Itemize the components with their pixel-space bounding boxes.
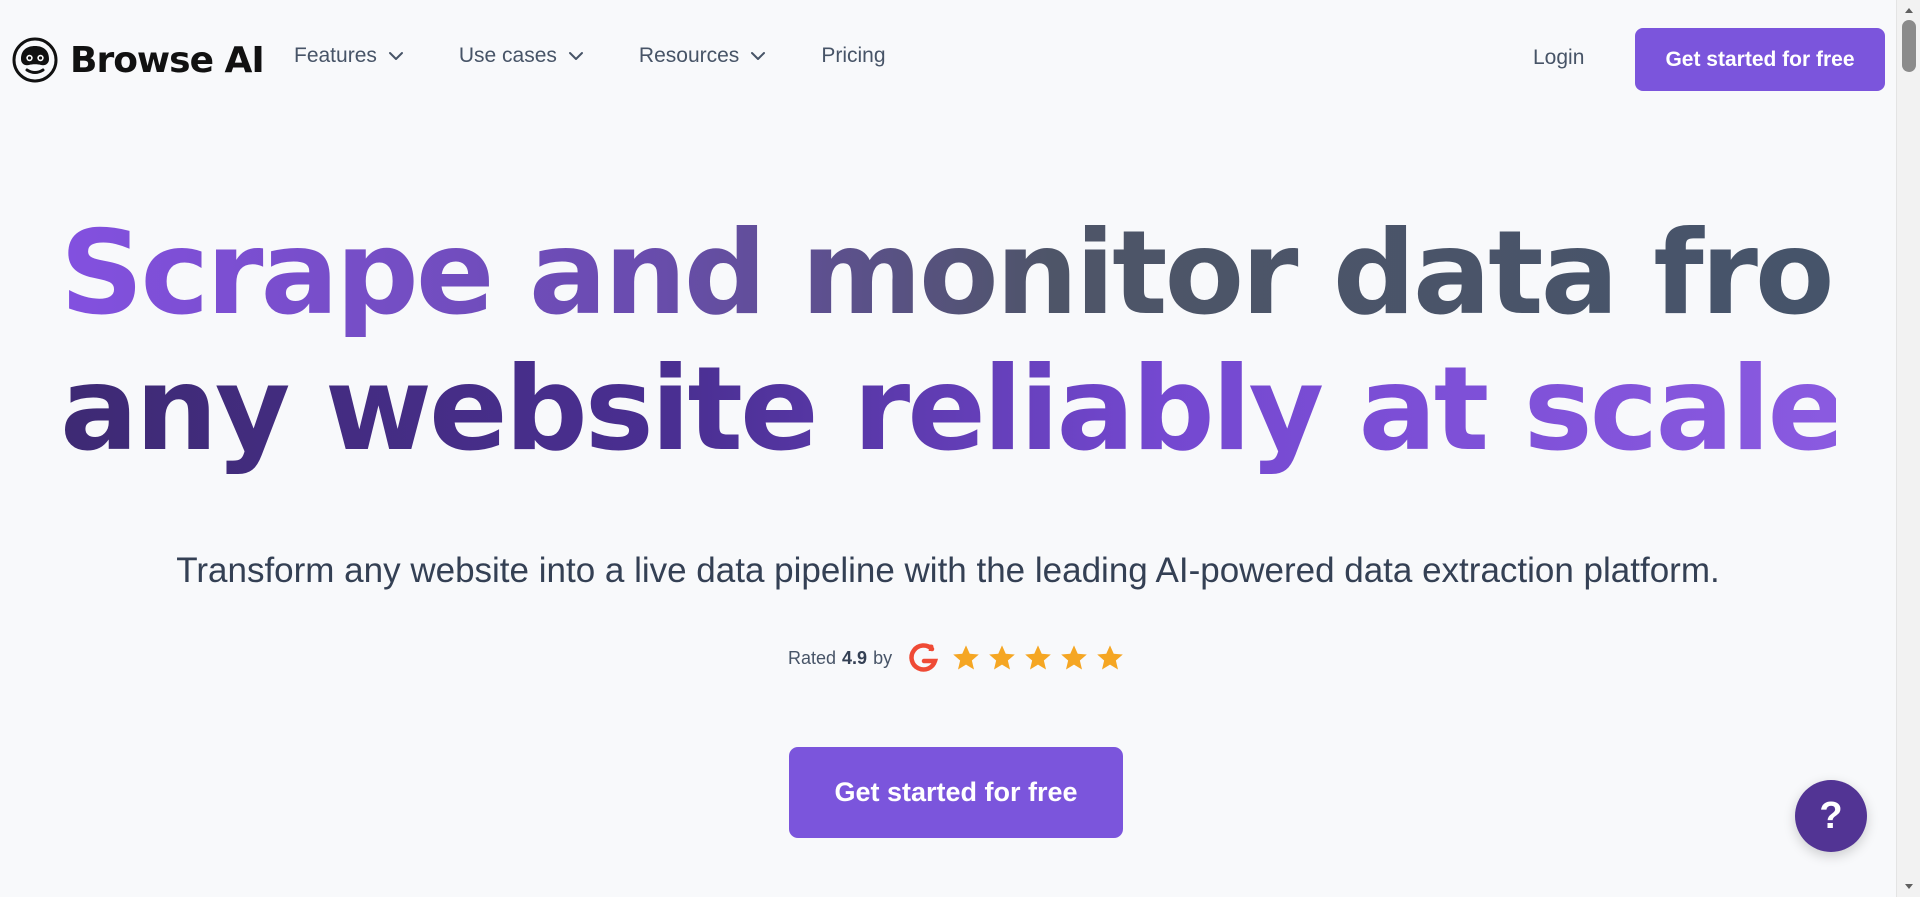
rating-label: Rated	[788, 647, 837, 668]
nav-item-pricing[interactable]: Pricing	[821, 44, 885, 68]
nav-item-label: Resources	[638, 44, 740, 67]
hero-title: Scrape and monitor data from any website…	[60, 206, 1920, 478]
nav-item-features[interactable]: Features	[294, 44, 405, 68]
hero-title-line-1: Scrape and monitor data from	[60, 206, 1920, 341]
browser-viewport: Browse AI Features Use cases Resources P…	[0, 0, 1920, 897]
brand-logo[interactable]: Browse AI	[12, 36, 265, 84]
nav-item-label: Features	[294, 44, 377, 67]
site-header: Browse AI Features Use cases Resources P…	[0, 0, 1896, 120]
scroll-up-arrow-icon[interactable]	[1902, 4, 1916, 18]
chevron-down-icon	[388, 52, 403, 60]
robot-face-icon	[12, 37, 58, 83]
header-get-started-button[interactable]: Get started for free	[1635, 28, 1885, 91]
chevron-down-icon	[751, 52, 766, 60]
star-icon	[1061, 645, 1087, 670]
landing-page: Browse AI Features Use cases Resources P…	[0, 0, 1920, 897]
hero-subtitle: Transform any website into a live data p…	[176, 551, 1720, 590]
nav-item-label: Pricing	[821, 44, 886, 67]
page-scrollbar[interactable]	[1896, 0, 1920, 897]
chevron-down-icon	[568, 52, 583, 60]
main-nav: Features Use cases Resources Pricing	[294, 44, 886, 68]
hero-title-line-2: any website reliably at scale	[60, 342, 1846, 477]
scroll-down-arrow-icon[interactable]	[1902, 879, 1916, 893]
login-link[interactable]: Login	[1533, 46, 1584, 70]
hero-get-started-button[interactable]: Get started for free	[789, 747, 1123, 838]
nav-item-use-cases[interactable]: Use cases	[459, 44, 585, 68]
star-icon	[953, 645, 979, 670]
star-icon	[989, 645, 1015, 670]
rating-score: 4.9	[842, 647, 868, 668]
svg-text:2: 2	[928, 644, 934, 654]
rating-stars	[950, 642, 1126, 674]
scrollbar-thumb[interactable]	[1902, 20, 1916, 72]
g2-logo-icon: 2	[909, 643, 939, 672]
brand-name: Browse AI	[70, 39, 265, 81]
rating-badge: Rated 4.9 by 2	[788, 638, 1126, 678]
help-button[interactable]: ?	[1795, 780, 1867, 852]
star-icon	[1025, 645, 1051, 670]
nav-item-label: Use cases	[458, 44, 557, 67]
rating-by-label: by	[873, 647, 893, 668]
nav-item-resources[interactable]: Resources	[639, 44, 767, 68]
star-icon	[1097, 645, 1123, 670]
